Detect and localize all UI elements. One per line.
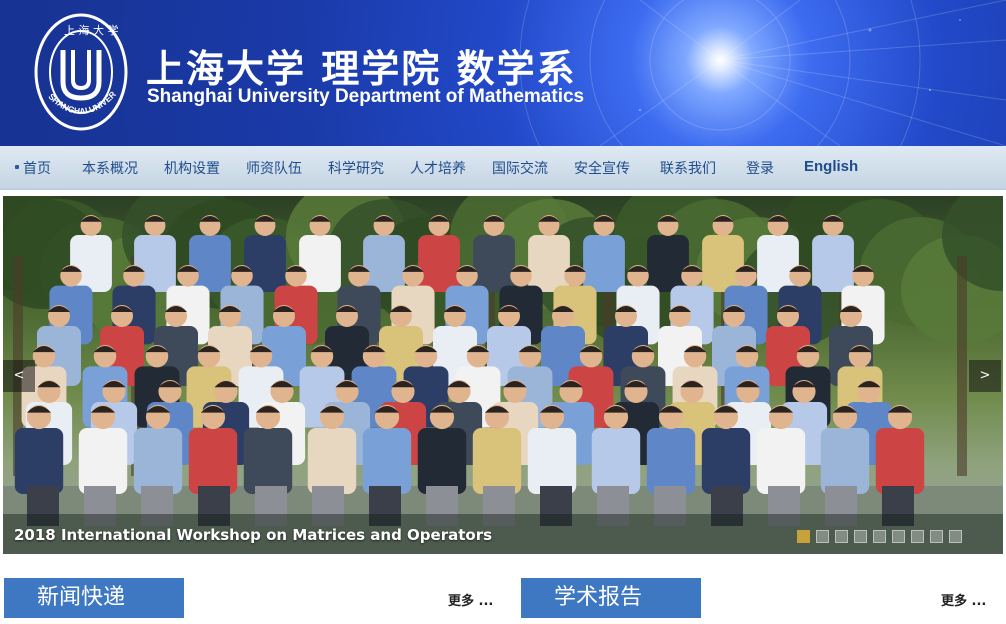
- nav-item-education[interactable]: 人才培养: [410, 158, 466, 178]
- slide-indicator-dot[interactable]: [816, 530, 829, 543]
- nav-item-research[interactable]: 科学研究: [328, 158, 384, 178]
- person-body: [583, 235, 625, 292]
- slide-caption[interactable]: 2018 International Workshop on Matrices …: [14, 526, 492, 544]
- site-title-chinese: 上海大学 理学院 数学系: [146, 47, 577, 91]
- person-body: [647, 235, 689, 292]
- person-body: [244, 235, 286, 292]
- nav-item-organization[interactable]: 机构设置: [164, 158, 220, 178]
- person-body: [473, 235, 515, 292]
- person-body: [307, 428, 357, 494]
- person-body: [362, 428, 412, 494]
- person-body: [528, 235, 570, 292]
- slide-indicator-dot[interactable]: [930, 530, 943, 543]
- seminars-section-title: 学术报告: [521, 578, 701, 618]
- group-photo: [3, 196, 1003, 554]
- person-body: [591, 428, 641, 494]
- slide-indicator-dot[interactable]: [892, 530, 905, 543]
- person-body: [417, 428, 467, 494]
- person-body: [243, 428, 293, 494]
- nav-item-login[interactable]: 登录: [746, 158, 774, 178]
- person-body: [875, 428, 925, 494]
- svg-text:上 海 大 学: 上 海 大 学: [64, 23, 119, 37]
- nav-item-international[interactable]: 国际交流: [492, 158, 548, 178]
- person-body: [756, 428, 806, 494]
- person-body: [812, 235, 854, 292]
- nav-item-home[interactable]: 首页: [15, 158, 51, 178]
- nav-item-safety[interactable]: 安全宣传: [574, 158, 630, 178]
- person-body: [820, 428, 870, 494]
- person-body: [472, 428, 522, 494]
- person-body: [14, 428, 64, 494]
- slide-indicator-dot[interactable]: [873, 530, 886, 543]
- university-seal-icon: SHANGHAI UNIVERSITY 上 海 大 学: [30, 4, 128, 131]
- site-title-english: Shanghai University Department of Mathem…: [147, 86, 585, 107]
- tree-trunk: [957, 256, 967, 476]
- next-slide-button[interactable]: >: [969, 360, 1001, 392]
- person-body: [188, 428, 238, 494]
- person-body: [418, 235, 460, 292]
- nav-item-about[interactable]: 本系概况: [82, 158, 138, 178]
- person-body: [701, 428, 751, 494]
- person-body: [527, 428, 577, 494]
- person-hair: [593, 216, 615, 222]
- slide-indicator-dot[interactable]: [911, 530, 924, 543]
- previous-slide-button[interactable]: <: [3, 360, 35, 392]
- nav-item-faculty[interactable]: 师资队伍: [246, 158, 302, 178]
- person-hair: [428, 216, 450, 222]
- news-more-link[interactable]: 更多 ...: [448, 590, 493, 609]
- person-body: [299, 235, 341, 292]
- person-hair: [887, 406, 913, 413]
- slide-indicator-dot[interactable]: [797, 530, 810, 543]
- news-section-title: 新闻快递: [4, 578, 184, 618]
- main-navigation: 首页 本系概况 机构设置 师资队伍 科学研究 人才培养 国际交流 安全宣传 联系…: [0, 146, 1006, 190]
- site-header-banner: SHANGHAI UNIVERSITY 上 海 大 学 上海大学 理学院 数学系…: [0, 0, 1006, 146]
- slide-indicator-dot[interactable]: [854, 530, 867, 543]
- seminars-more-link[interactable]: 更多 ...: [941, 590, 986, 609]
- person-body: [78, 428, 128, 494]
- university-logo[interactable]: SHANGHAI UNIVERSITY 上 海 大 学: [30, 4, 129, 132]
- nav-item-contact[interactable]: 联系我们: [660, 158, 716, 178]
- person-body: [646, 428, 696, 494]
- person-body: [363, 235, 405, 292]
- person-body: [133, 428, 183, 494]
- slide-indicator-dot[interactable]: [949, 530, 962, 543]
- photo-slideshow[interactable]: 2018 International Workshop on Matrices …: [3, 196, 1003, 554]
- nav-item-english[interactable]: English: [804, 158, 858, 175]
- person-body: [702, 235, 744, 292]
- slide-indicator-dot[interactable]: [835, 530, 848, 543]
